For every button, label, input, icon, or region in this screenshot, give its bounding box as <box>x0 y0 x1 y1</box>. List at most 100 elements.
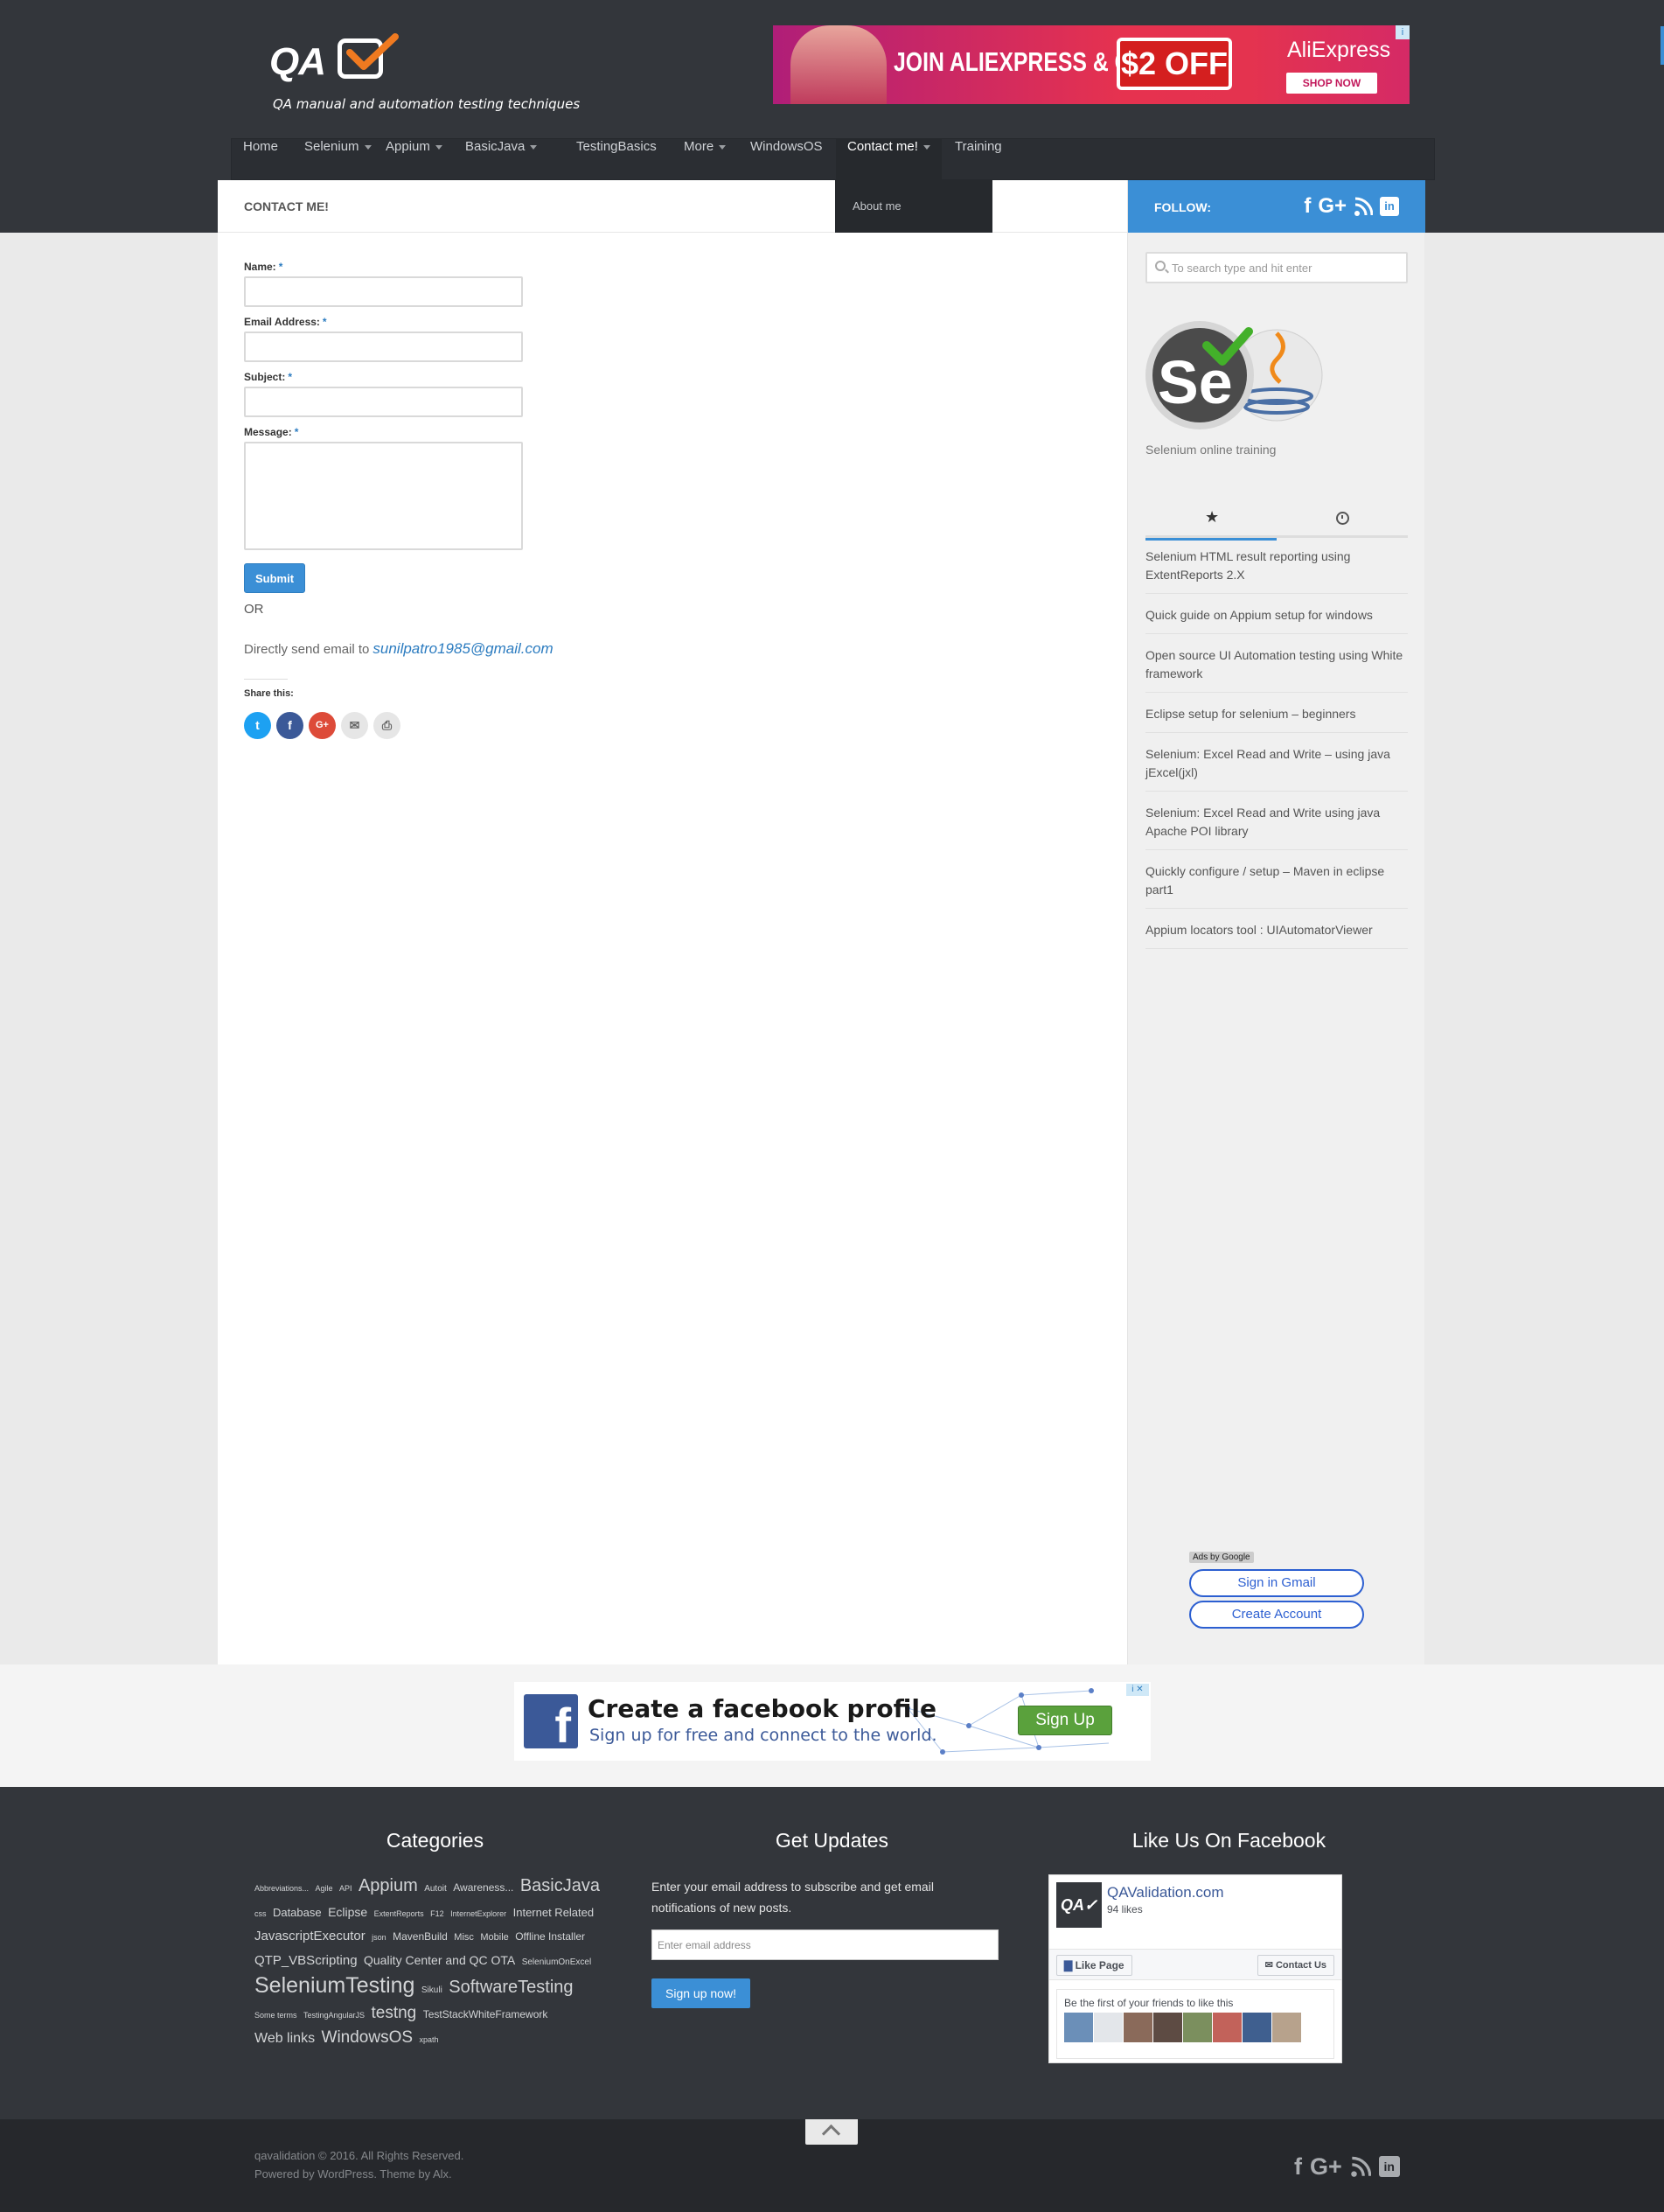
tag-link[interactable]: Offline Installer <box>515 1930 585 1943</box>
post-link[interactable]: Selenium: Excel Read and Write using jav… <box>1145 804 1408 850</box>
ad-close-icon[interactable]: i ✕ <box>1126 1684 1149 1696</box>
nav-item-contact[interactable]: Contact me! <box>836 139 942 181</box>
subscribe-button[interactable]: Sign up now! <box>651 1978 750 2008</box>
email-link[interactable]: sunilpatro1985@gmail.com <box>372 640 553 657</box>
tag-link[interactable]: SoftwareTesting <box>449 1978 573 1997</box>
tag-link[interactable]: API <box>339 1884 352 1893</box>
tag-link[interactable]: Internet Related <box>513 1906 595 1919</box>
nav-item-home[interactable]: Home <box>232 139 289 181</box>
tag-link[interactable]: Database <box>273 1906 322 1919</box>
subject-field[interactable] <box>244 387 523 417</box>
tag-link[interactable]: F12 <box>430 1909 444 1918</box>
tag-link[interactable]: Sikuli <box>421 1985 442 1995</box>
tag-link[interactable]: testng <box>371 2004 416 2022</box>
tag-link[interactable]: MavenBuild <box>393 1930 448 1943</box>
page-avatar[interactable]: QA✓ <box>1056 1882 1102 1928</box>
twitter-share-icon[interactable]: t <box>244 712 271 739</box>
googleplus-icon[interactable]: G+ <box>1318 194 1347 219</box>
avatar[interactable] <box>1094 2013 1123 2042</box>
post-link[interactable]: Eclipse setup for selenium – beginners <box>1145 705 1408 733</box>
googleplus-share-icon[interactable]: G+ <box>309 712 336 739</box>
facebook-icon[interactable]: f <box>1294 2153 1302 2180</box>
facebook-ad-banner[interactable]: f Create a facebook profile Sign up for … <box>514 1682 1151 1761</box>
fb-page-name[interactable]: QAValidation.com <box>1107 1884 1224 1901</box>
tag-link[interactable]: Some terms <box>254 2011 297 2020</box>
tag-link[interactable]: BasicJava <box>520 1876 600 1895</box>
avatar[interactable] <box>1272 2013 1301 2042</box>
tag-link[interactable]: SeleniumTesting <box>254 1973 414 1998</box>
facebook-share-icon[interactable]: f <box>276 712 303 739</box>
fb-signup-button[interactable]: Sign Up <box>1018 1706 1112 1735</box>
post-link[interactable]: Quickly configure / setup – Maven in ecl… <box>1145 862 1408 909</box>
linkedin-icon[interactable]: in <box>1378 2156 1400 2177</box>
sign-in-gmail-button[interactable]: Sign in Gmail <box>1189 1569 1364 1597</box>
tag-link[interactable]: ExtentReports <box>374 1909 424 1918</box>
avatar[interactable] <box>1183 2013 1212 2042</box>
tag-link[interactable]: Agile <box>316 1884 333 1893</box>
ad-shop-now-button[interactable]: SHOP NOW <box>1286 73 1377 94</box>
facebook-icon[interactable]: f <box>1304 194 1311 219</box>
submit-button[interactable]: Submit <box>244 563 305 593</box>
tag-link[interactable]: Abbreviations... <box>254 1884 309 1893</box>
tag-link[interactable]: Eclipse <box>328 1905 367 1919</box>
tag-link[interactable]: Autoit <box>424 1884 447 1894</box>
fb-like-page-button[interactable]: ▇ Like Page <box>1056 1955 1132 1976</box>
post-link[interactable]: Open source UI Automation testing using … <box>1145 646 1408 693</box>
tag-link[interactable]: Web links <box>254 2031 315 2046</box>
googleplus-icon[interactable]: G+ <box>1310 2153 1342 2180</box>
post-link[interactable]: Selenium HTML result reporting using Ext… <box>1145 548 1408 594</box>
credits-line[interactable]: Powered by WordPress. Theme by Alx. <box>254 2165 463 2183</box>
subscribe-email-field[interactable]: Enter email address <box>651 1929 999 1960</box>
aliexpress-ad-banner[interactable]: JOIN ALIEXPRESS & GET $2 OFF AliExpress … <box>773 25 1410 104</box>
adchoices-icon[interactable]: i <box>1396 25 1410 39</box>
rss-icon[interactable] <box>1350 2153 1371 2180</box>
rss-icon[interactable] <box>1354 194 1373 219</box>
tag-link[interactable]: xpath <box>420 2035 439 2044</box>
selenium-training-image[interactable]: Se <box>1145 316 1325 429</box>
nav-item-appium[interactable]: Appium <box>374 139 454 181</box>
tag-link[interactable]: InternetExplorer <box>450 1909 506 1918</box>
create-account-button[interactable]: Create Account <box>1189 1601 1364 1629</box>
ads-by-google-label[interactable]: Ads by Google <box>1189 1552 1254 1563</box>
email-share-icon[interactable]: ✉ <box>341 712 368 739</box>
tag-link[interactable]: TestingAngularJS <box>303 2011 365 2020</box>
tag-link[interactable]: Appium <box>359 1876 418 1895</box>
tag-link[interactable]: Mobile <box>480 1932 508 1943</box>
avatar[interactable] <box>1124 2013 1152 2042</box>
print-share-icon[interactable]: ⎙ <box>373 712 400 739</box>
post-link[interactable]: Selenium: Excel Read and Write – using j… <box>1145 745 1408 792</box>
nav-item-windowsos[interactable]: WindowsOS <box>739 139 834 181</box>
nav-item-training[interactable]: Training <box>943 139 1013 181</box>
tag-link[interactable]: JavascriptExecutor <box>254 1929 366 1943</box>
nav-item-selenium[interactable]: Selenium <box>293 139 383 181</box>
tab-recent[interactable] <box>1277 499 1408 538</box>
tag-link[interactable]: Misc <box>454 1932 474 1943</box>
nav-item-basicjava[interactable]: BasicJava <box>454 139 548 181</box>
nav-item-testingbasics[interactable]: TestingBasics <box>565 139 668 181</box>
avatar[interactable] <box>1243 2013 1271 2042</box>
tag-link[interactable]: Quality Center and QC OTA <box>364 1953 515 1967</box>
tag-link[interactable]: WindowsOS <box>322 2028 414 2047</box>
fb-contact-button[interactable]: ✉ Contact Us <box>1257 1955 1334 1976</box>
nav-item-more[interactable]: More <box>672 139 737 181</box>
message-field[interactable] <box>244 442 523 550</box>
dropdown-item-about-me[interactable]: About me <box>853 199 902 213</box>
email-field[interactable] <box>244 331 523 362</box>
site-logo[interactable]: QA <box>269 33 400 87</box>
name-field[interactable] <box>244 276 523 307</box>
avatar[interactable] <box>1213 2013 1242 2042</box>
avatar[interactable] <box>1064 2013 1093 2042</box>
tag-link[interactable]: SeleniumOnExcel <box>522 1957 591 1967</box>
back-to-top-button[interactable] <box>805 2119 858 2145</box>
post-link[interactable]: Quick guide on Appium setup for windows <box>1145 606 1408 634</box>
search-input[interactable]: To search type and hit enter <box>1145 252 1408 283</box>
linkedin-icon[interactable]: in <box>1380 197 1399 216</box>
avatar[interactable] <box>1153 2013 1182 2042</box>
tab-popular[interactable]: ★ <box>1145 499 1277 541</box>
tag-link[interactable]: QTP_VBScripting <box>254 1953 358 1968</box>
tag-link[interactable]: Awareness... <box>453 1881 513 1894</box>
tag-link[interactable]: TestStackWhiteFramework <box>423 2008 548 2020</box>
tag-link[interactable]: json <box>372 1933 386 1942</box>
post-link[interactable]: Appium locators tool : UIAutomatorViewer <box>1145 921 1408 949</box>
tag-link[interactable]: css <box>254 1909 267 1918</box>
